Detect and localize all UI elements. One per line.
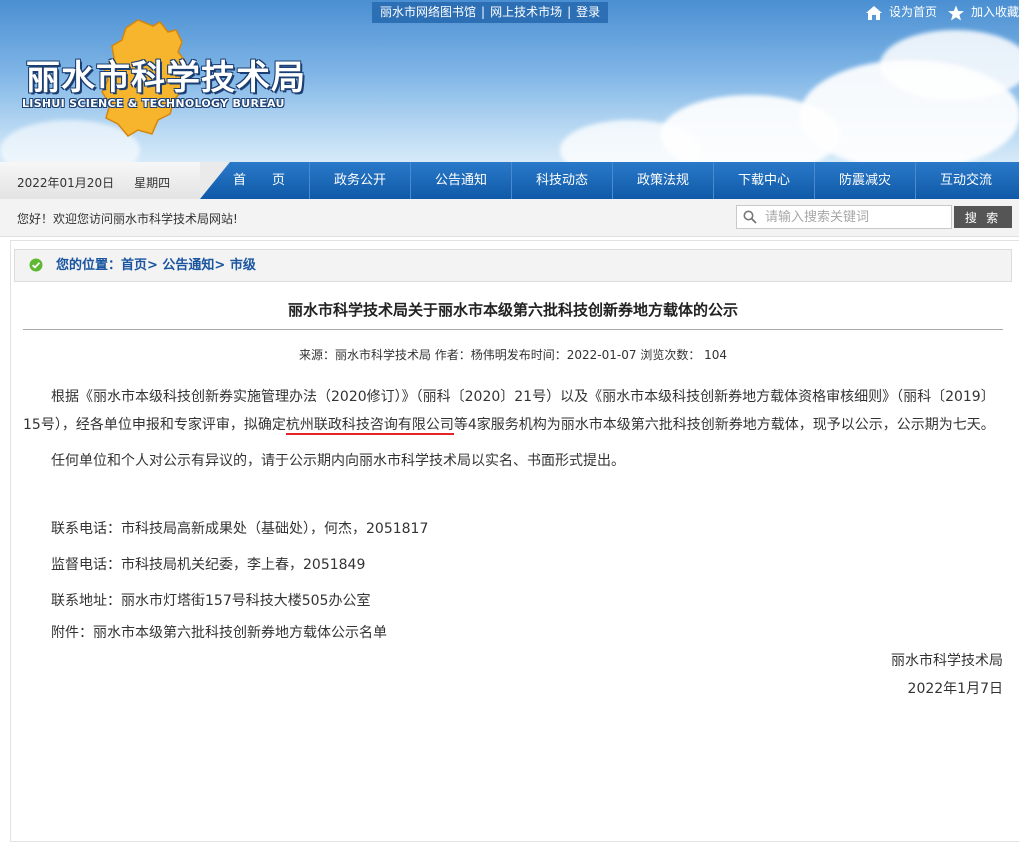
main-nav: 2022年01月20日 星期四 首 页 政务公开 公告通知 科技动态 政策法规 下…: [0, 162, 1019, 199]
current-date: 2022年01月20日: [17, 176, 115, 190]
logo-subtitle: LISHUI SCIENCE & TECHNOLOGY BUREAU: [22, 97, 285, 110]
current-weekday: 星期四: [134, 176, 171, 190]
article-paragraph-1: 根据《丽水市本级科技创新券实施管理办法（2020修订）》（丽科〔2020〕21号…: [23, 383, 1003, 439]
highlighted-company: 杭州联政科技咨询有限公司: [285, 417, 454, 435]
home-icon: [865, 5, 882, 20]
site-header: 丽水市网络图书馆 | 网上技术市场 | 登录 设为首页 加入收藏 丽水市科学技术局 LI…: [0, 0, 1019, 162]
signature: 丽水市科学技术局: [891, 653, 1003, 669]
contact-phone: 联系电话：市科技局高新成果处（基础处），何杰，2051817: [51, 521, 429, 537]
cloud-decoration: [880, 30, 1019, 100]
star-icon: [947, 5, 964, 20]
search-box: [736, 205, 952, 229]
welcome-message: 您好！欢迎您访问丽水市科学技术局网站!: [17, 212, 238, 226]
article-paragraph-2: 任何单位和个人对公示有异议的，请于公示期内向丽水市科学技术局以实名、书面形式提出…: [51, 453, 625, 469]
article-body: 根据《丽水市本级科技创新券实施管理办法（2020修订）》（丽科〔2020〕21号…: [23, 383, 1003, 703]
attachment-link[interactable]: 附件：丽水市本级第六批科技创新券地方载体公示名单: [23, 619, 1003, 647]
nav-home[interactable]: 首 页: [209, 162, 310, 199]
article-title: 丽水市科学技术局关于丽水市本级第六批科技创新券地方载体的公示: [23, 299, 1003, 330]
nav-interaction[interactable]: 互动交流: [916, 162, 1016, 199]
link-login[interactable]: 登录: [576, 5, 600, 19]
link-tech-market[interactable]: 网上技术市场: [490, 5, 562, 19]
content-area: 您的位置：首页> 公告通知> 市级 丽水市科学技术局关于丽水市本级第六批科技创新…: [10, 240, 1019, 842]
contact-block: 联系电话：市科技局高新成果处（基础处），何杰，2051817 监督电话：市科技局…: [23, 511, 1003, 619]
welcome-bar: 您好！欢迎您访问丽水市科学技术局网站! 搜 索: [0, 199, 1019, 237]
supervise-phone: 监督电话：市科技局机关纪委，李上春，2051849: [51, 557, 366, 573]
nav-earthquake[interactable]: 防震减灾: [815, 162, 916, 199]
paragraph-text: 等4家服务机构为丽水市本级第六批科技创新券地方载体，现予以公示，公示期为七天。: [453, 417, 995, 433]
nav-policies[interactable]: 政策法规: [613, 162, 714, 199]
breadcrumb-text: 您的位置：首页> 公告通知> 市级: [56, 258, 256, 273]
search-button[interactable]: 搜 索: [954, 206, 1012, 228]
nav-gov-affairs[interactable]: 政务公开: [310, 162, 411, 199]
link-library[interactable]: 丽水市网络图书馆: [380, 5, 476, 19]
breadcrumb: 您的位置：首页> 公告通知> 市级: [14, 249, 1012, 282]
contact-address: 联系地址：丽水市灯塔街157号科技大楼505办公室: [51, 593, 371, 609]
date-box: 2022年01月20日 星期四: [0, 162, 230, 199]
set-home-link[interactable]: 设为首页: [889, 2, 937, 23]
search-icon: [743, 210, 757, 224]
add-favorite-link[interactable]: 加入收藏: [971, 2, 1019, 23]
nav-items: 首 页 政务公开 公告通知 科技动态 政策法规 下载中心 防震减灾 互动交流: [209, 162, 1016, 199]
article-date: 2022年1月7日: [907, 681, 1003, 697]
check-circle-icon: [29, 258, 43, 272]
top-right-links: 设为首页 加入收藏: [855, 2, 1019, 23]
top-links: 丽水市网络图书馆 | 网上技术市场 | 登录: [372, 2, 609, 23]
logo-title: 丽水市科学技术局: [26, 58, 306, 98]
search-input[interactable]: [765, 206, 945, 228]
nav-tech-news[interactable]: 科技动态: [512, 162, 613, 199]
nav-announcements[interactable]: 公告通知: [411, 162, 512, 199]
nav-downloads[interactable]: 下载中心: [714, 162, 815, 199]
article-meta: 来源：丽水市科学技术局 作者：杨伟明发布时间：2022-01-07 浏览次数： …: [298, 348, 728, 362]
